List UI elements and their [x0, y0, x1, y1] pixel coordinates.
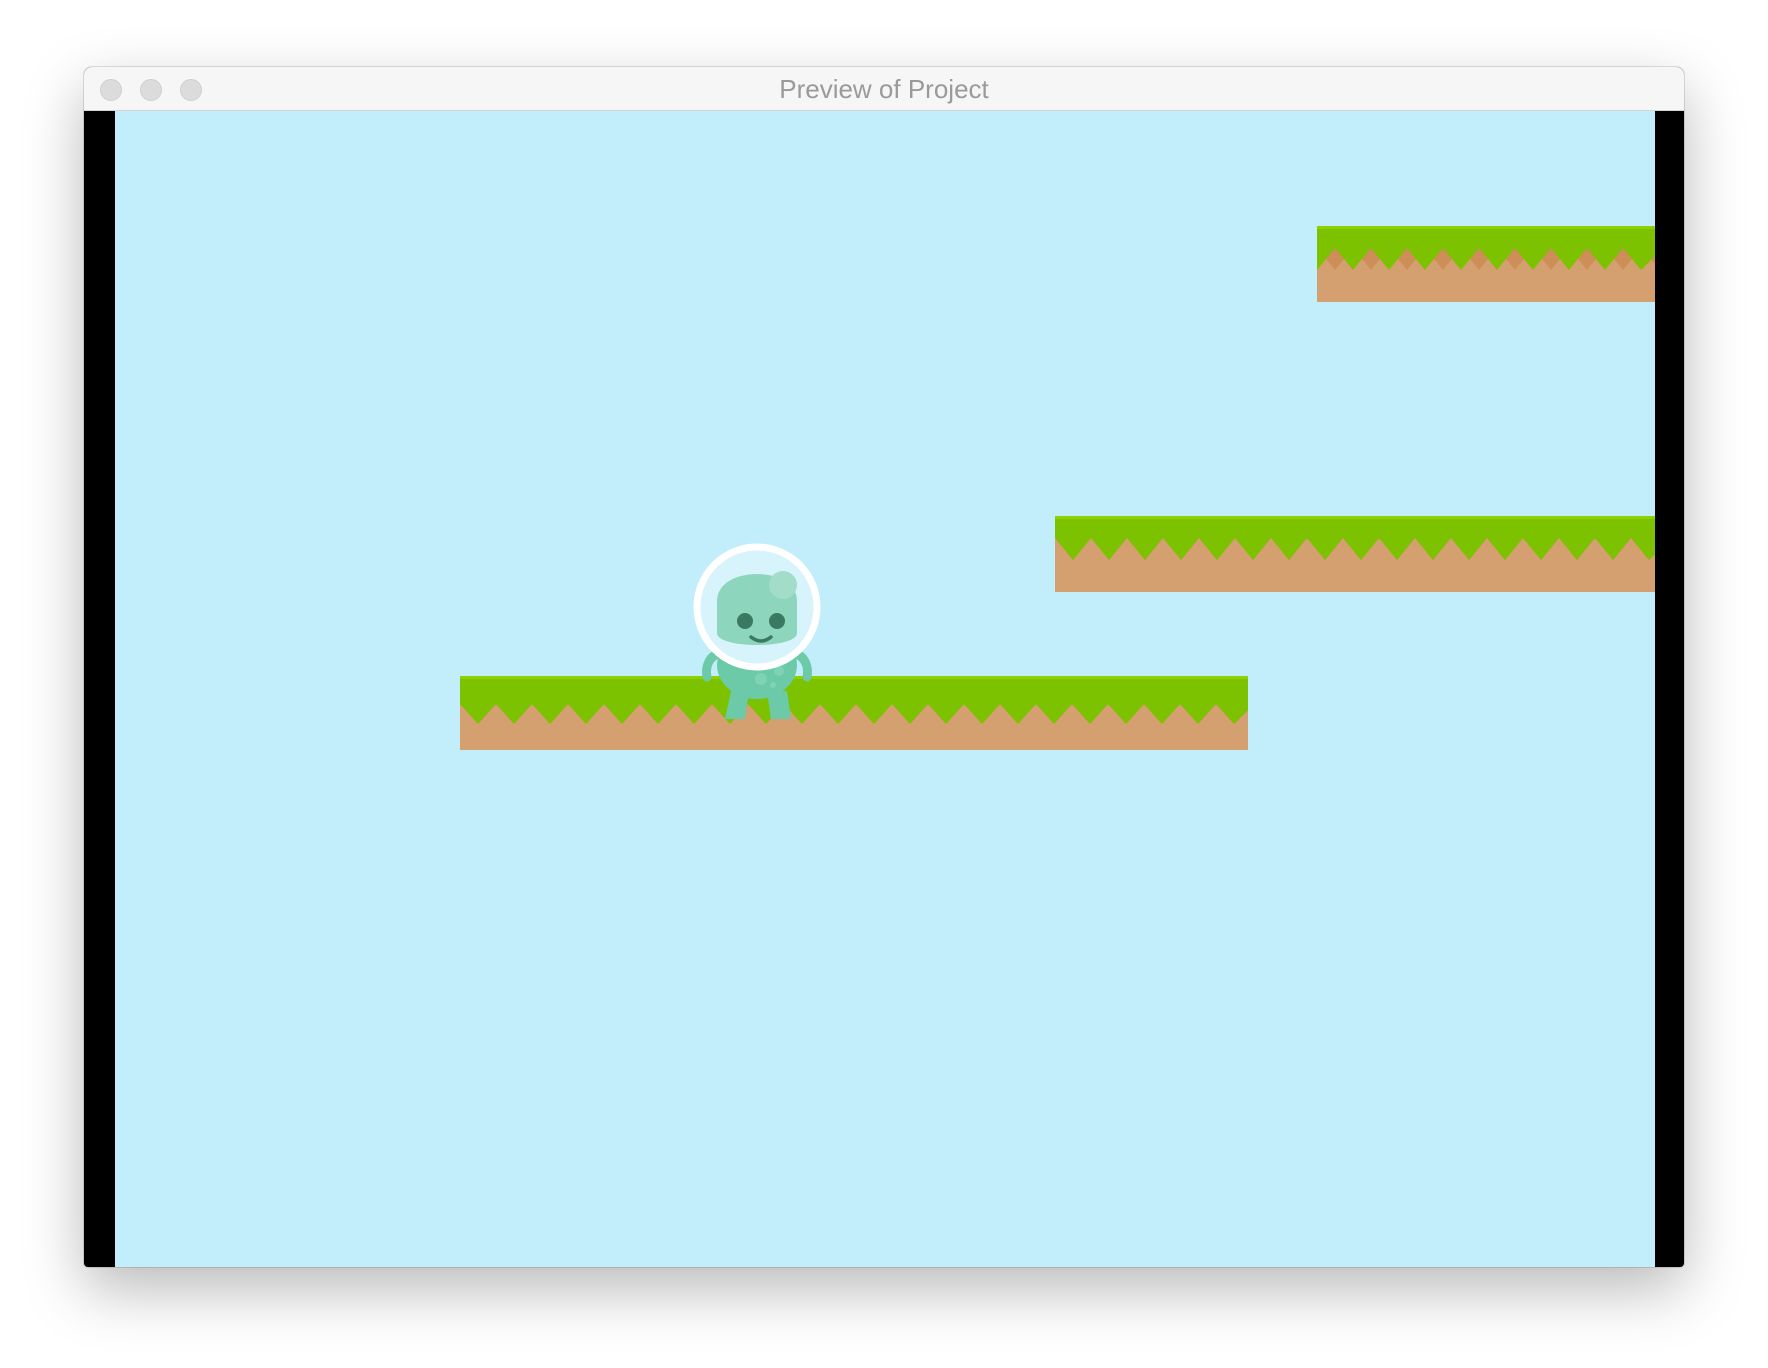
platform-lower-left — [460, 676, 1248, 750]
platform-middle-right — [1055, 516, 1655, 592]
platform-top-right — [1317, 226, 1655, 302]
grass-platform-sprite — [460, 676, 1248, 750]
title-bar[interactable]: Preview of Project — [84, 67, 1684, 111]
game-canvas[interactable] — [115, 111, 1655, 1267]
grass-platform-sprite — [1317, 226, 1655, 302]
alien-player-icon[interactable] — [691, 541, 823, 719]
preview-window: Preview of Project — [84, 67, 1684, 1267]
window-title: Preview of Project — [779, 74, 989, 104]
grass-platform-sprite — [1055, 516, 1655, 592]
